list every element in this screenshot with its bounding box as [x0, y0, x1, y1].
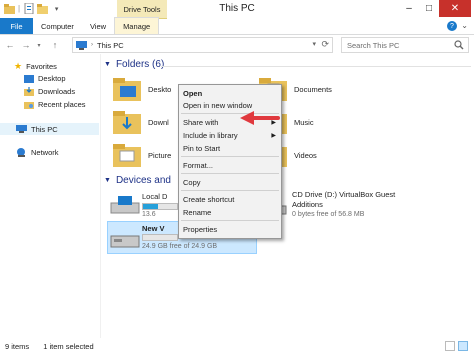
minimize-button[interactable]: – — [399, 0, 419, 17]
breadcrumb[interactable]: This PC — [97, 41, 124, 50]
folder-pictures[interactable]: Picture — [111, 141, 171, 169]
collapse-chevron-icon[interactable]: ▼ — [104, 61, 111, 68]
navigation-bar: ← → ▾ ↑ › This PC ▾ ⟳ Search This PC — [0, 36, 474, 54]
drive-free-space: 24.9 GB free of 24.9 GB — [142, 243, 218, 250]
menu-separator — [181, 220, 279, 221]
folder-label: Picture — [148, 150, 172, 160]
drive-name-line2: Additions — [292, 200, 323, 209]
computer-icon — [16, 125, 27, 133]
folder-label: Deskto — [148, 84, 172, 94]
sidebar-item-label: Downloads — [38, 87, 76, 96]
menu-item-properties[interactable]: Properties — [183, 225, 217, 234]
forward-button[interactable]: → — [20, 39, 32, 51]
folder-desktop[interactable]: Deskto — [111, 75, 171, 103]
drive-usage-fill — [143, 204, 159, 209]
folders-group-header[interactable]: ▼ Folders (6) — [104, 59, 164, 70]
drive-name: New V — [142, 224, 165, 233]
desktop-folder-icon — [113, 78, 141, 101]
search-icon[interactable] — [454, 40, 464, 52]
sidebar-item-recent-places[interactable]: Recent places — [24, 100, 86, 109]
desktop-icon — [24, 74, 34, 83]
status-bar: 9 items 1 item selected — [0, 338, 474, 355]
sidebar-favorites[interactable]: ★ Favorites — [14, 61, 57, 72]
sidebar-item-label: This PC — [31, 124, 58, 134]
devices-group-title: Devices and — [115, 175, 171, 186]
pictures-folder-icon — [113, 144, 141, 167]
menu-item-create-shortcut[interactable]: Create shortcut — [183, 195, 234, 204]
group-divider — [161, 66, 471, 67]
folder-label: Documents — [294, 84, 332, 94]
menu-item-include-in-library[interactable]: Include in library — [183, 131, 238, 140]
star-icon: ★ — [14, 61, 23, 71]
menu-separator — [181, 156, 279, 157]
title-bar: | ▾ Drive Tools This PC – □ ✕ — [0, 0, 474, 19]
tab-manage[interactable]: Manage — [114, 17, 160, 34]
search-input[interactable]: Search This PC — [341, 37, 469, 53]
hard-drive-icon — [110, 235, 140, 248]
drive-free-space: 13.6 — [142, 211, 156, 218]
network-icon — [17, 148, 25, 157]
sidebar-item-label: Network — [31, 148, 59, 157]
tiles-view-icon[interactable] — [458, 341, 468, 351]
drive-usage-bar — [142, 234, 178, 241]
navigation-pane: ★ Favorites Desktop Downloads Recent pla… — [0, 54, 99, 338]
address-dropdown-icon[interactable]: ▾ — [312, 40, 316, 48]
windows-drive-icon — [110, 196, 140, 214]
back-button[interactable]: ← — [4, 39, 16, 51]
sidebar-item-this-pc[interactable]: This PC — [0, 123, 99, 135]
menu-separator — [181, 190, 279, 191]
tab-computer[interactable]: Computer — [33, 18, 82, 34]
ribbon-expand-icon[interactable]: ⌄ — [461, 21, 468, 30]
downloads-folder-icon — [113, 111, 141, 134]
help-icon[interactable]: ? — [447, 21, 457, 31]
drive-name: CD Drive (D:) VirtualBox Guest — [292, 190, 396, 199]
ribbon-tabs: File Computer View Manage — [0, 17, 474, 35]
computer-icon — [76, 40, 87, 50]
sidebar-item-label: Desktop — [38, 74, 66, 83]
menu-item-open[interactable]: Open — [183, 89, 202, 98]
context-menu: Open Open in new window Share with ▶ Inc… — [178, 84, 282, 239]
recent-locations-icon[interactable]: ▾ — [33, 39, 45, 51]
menu-separator — [181, 173, 279, 174]
devices-group-header[interactable]: ▼ Devices and — [104, 175, 171, 186]
folders-group-title: Folders (6) — [115, 59, 165, 70]
tab-view[interactable]: View — [82, 18, 114, 34]
close-button[interactable]: ✕ — [439, 0, 471, 17]
drive-free-space: 0 bytes free of 56.8 MB — [292, 211, 365, 218]
collapse-chevron-icon[interactable]: ▼ — [104, 177, 111, 184]
sidebar-item-label: Recent places — [38, 100, 86, 109]
drive-name: Local D — [142, 192, 168, 201]
selection-count: 1 item selected — [43, 342, 94, 351]
recent-places-icon — [24, 102, 34, 109]
folder-downloads[interactable]: Downl — [111, 108, 169, 136]
menu-item-format[interactable]: Format... — [183, 161, 213, 170]
search-placeholder: Search This PC — [347, 40, 400, 50]
menu-item-open-new-window[interactable]: Open in new window — [183, 101, 252, 110]
drive-usage-bar — [142, 203, 178, 210]
up-button[interactable]: ↑ — [49, 39, 61, 51]
downloads-icon — [24, 87, 34, 96]
item-count: 9 items — [5, 342, 30, 351]
menu-item-copy[interactable]: Copy — [183, 178, 201, 187]
annotation-arrow-icon — [240, 111, 280, 125]
menu-item-share-with[interactable]: Share with — [183, 118, 218, 127]
maximize-button[interactable]: □ — [419, 0, 439, 17]
sidebar-item-desktop[interactable]: Desktop — [24, 74, 66, 83]
folder-label: Videos — [294, 150, 317, 160]
menu-item-rename[interactable]: Rename — [183, 208, 211, 217]
refresh-icon[interactable]: ⟳ — [321, 39, 329, 50]
folder-label: Downl — [148, 117, 169, 127]
submenu-arrow-icon: ▶ — [271, 133, 276, 139]
address-bar[interactable]: › This PC ▾ ⟳ — [72, 37, 333, 53]
tab-file[interactable]: File — [0, 18, 33, 34]
sidebar-item-network[interactable]: Network — [16, 148, 59, 157]
folder-label: Music — [294, 117, 314, 127]
breadcrumb-chevron-icon: › — [91, 42, 93, 48]
menu-item-pin-to-start[interactable]: Pin to Start — [183, 144, 220, 153]
sidebar-favorites-label: Favorites — [26, 62, 57, 71]
details-view-icon[interactable] — [445, 341, 455, 351]
sidebar-item-downloads[interactable]: Downloads — [24, 87, 75, 96]
